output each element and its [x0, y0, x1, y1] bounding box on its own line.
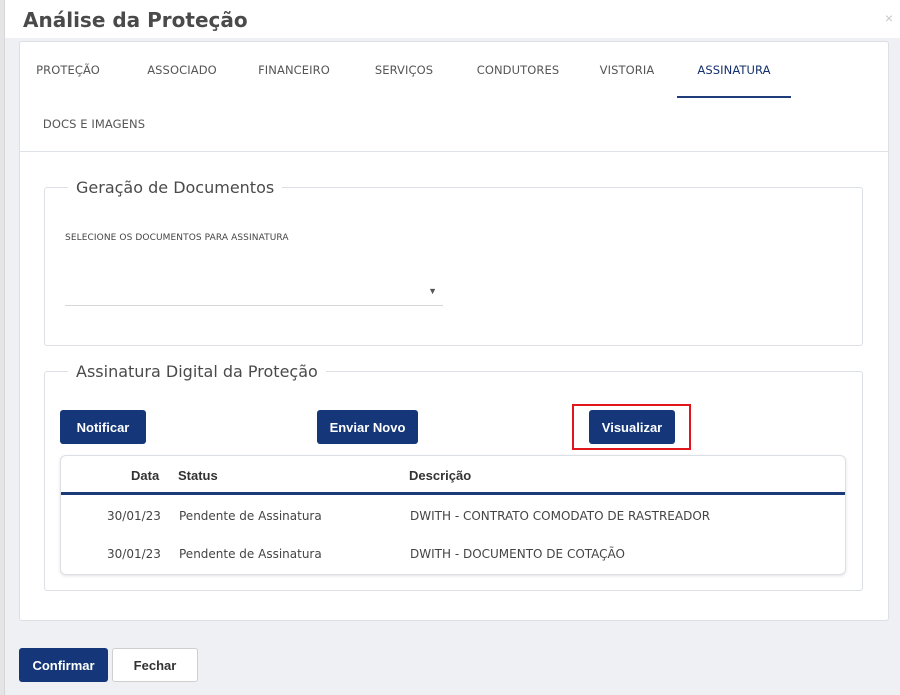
tab-condutores[interactable]: CONDUTORES — [464, 42, 572, 98]
protection-analysis-modal: Análise da Proteção × PROTEÇÃO ASSOCIADO… — [4, 0, 900, 695]
header-description: Descrição — [409, 468, 472, 483]
cell-date: 30/01/23 — [107, 547, 161, 561]
modal-header: Análise da Proteção × — [5, 0, 900, 38]
table-row[interactable]: 30/01/23 Pendente de Assinatura DWITH - … — [61, 536, 845, 574]
cell-date: 30/01/23 — [107, 509, 161, 523]
signature-table: Data Status Descrição 30/01/23 Pendente … — [60, 455, 846, 575]
table-row[interactable]: 30/01/23 Pendente de Assinatura DWITH - … — [61, 497, 845, 535]
tab-protecao[interactable]: PROTEÇÃO — [28, 42, 108, 98]
confirm-button[interactable]: Confirmar — [19, 648, 108, 682]
content-card: PROTEÇÃO ASSOCIADO FINANCEIRO SERVIÇOS C… — [19, 41, 889, 621]
tab-assinatura[interactable]: ASSINATURA — [677, 42, 791, 98]
view-button[interactable]: Visualizar — [589, 410, 675, 444]
tab-associado[interactable]: ASSOCIADO — [134, 42, 230, 98]
cell-description: DWITH - CONTRATO COMODATO DE RASTREADOR — [410, 509, 711, 523]
tab-vistoria[interactable]: VISTORIA — [586, 42, 668, 98]
cell-status: Pendente de Assinatura — [179, 547, 322, 561]
documents-fieldset — [44, 187, 863, 346]
documents-legend: Geração de Documentos — [68, 178, 283, 197]
cell-status: Pendente de Assinatura — [179, 509, 322, 523]
dropdown-arrow-icon: ▼ — [428, 286, 437, 296]
cell-description: DWITH - DOCUMENTO DE COTAÇÃO — [410, 547, 625, 561]
notify-button[interactable]: Notificar — [60, 410, 146, 444]
tab-bar: PROTEÇÃO ASSOCIADO FINANCEIRO SERVIÇOS C… — [20, 42, 888, 152]
close-icon[interactable]: × — [885, 10, 893, 26]
documents-select[interactable]: ▼ — [65, 282, 443, 306]
tab-docs-e-imagens[interactable]: DOCS E IMAGENS — [28, 96, 160, 152]
resend-button[interactable]: Enviar Novo — [317, 410, 418, 444]
close-button[interactable]: Fechar — [112, 648, 198, 682]
table-header-divider — [61, 492, 845, 495]
tab-financeiro[interactable]: FINANCEIRO — [246, 42, 342, 98]
header-status: Status — [178, 468, 218, 483]
modal-title: Análise da Proteção — [23, 8, 248, 32]
tab-servicos[interactable]: SERVIÇOS — [360, 42, 448, 98]
signature-legend: Assinatura Digital da Proteção — [68, 362, 326, 381]
documents-select-label: SELECIONE OS DOCUMENTOS PARA ASSINATURA — [65, 233, 289, 243]
header-date: Data — [131, 468, 160, 483]
